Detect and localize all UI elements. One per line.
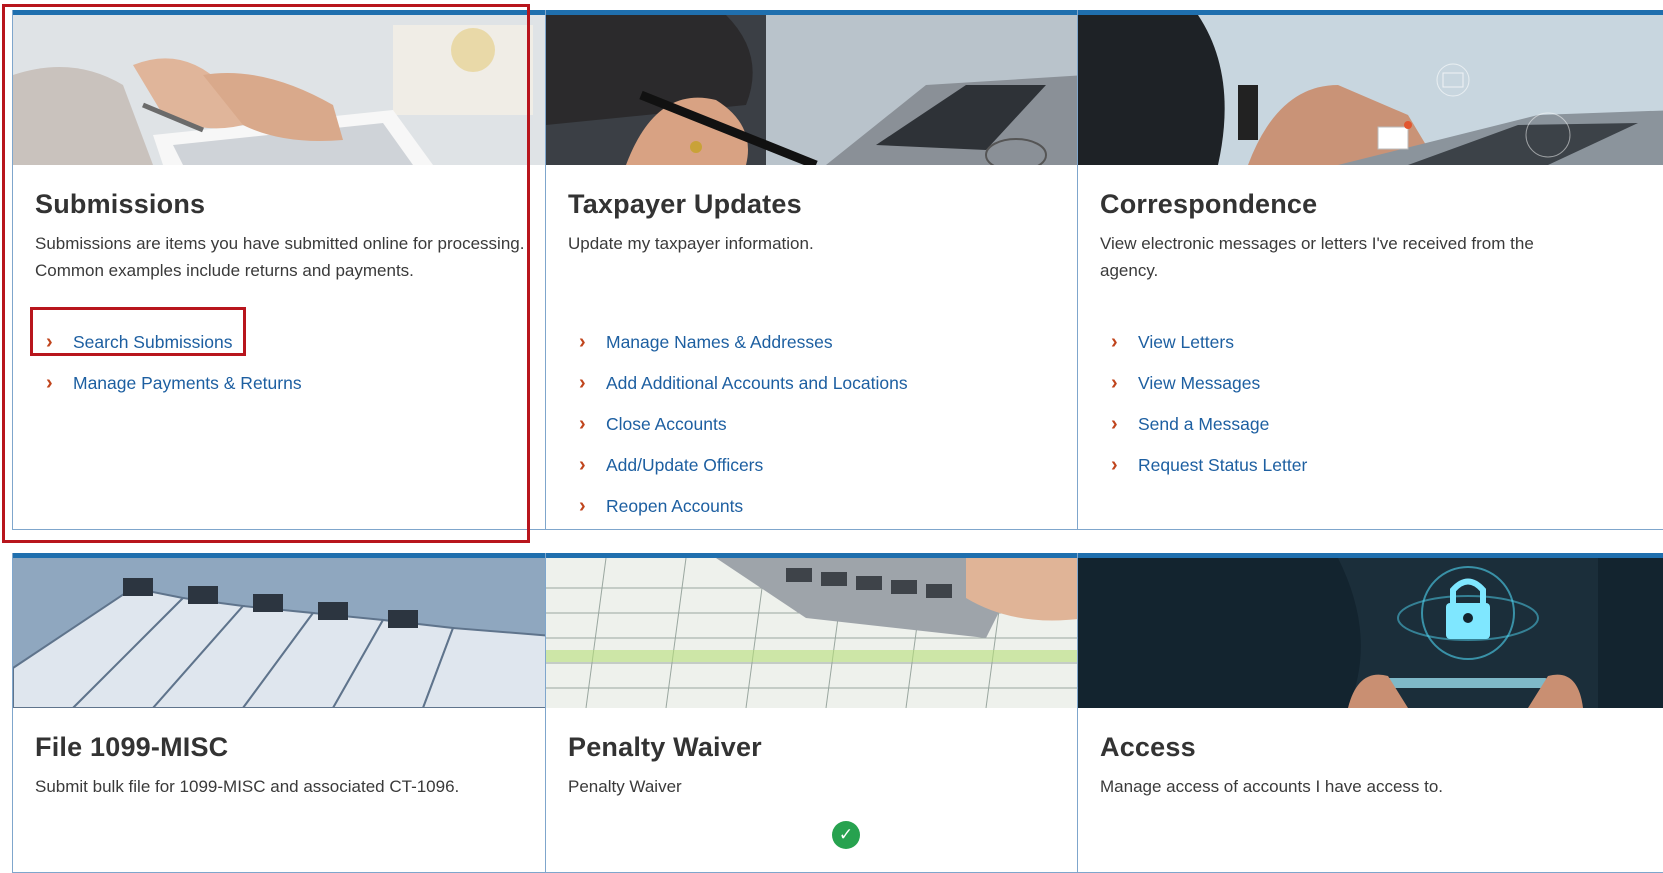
chevron-right-icon: › <box>579 454 586 476</box>
link-reopen-accounts[interactable]: › Reopen Accounts <box>568 486 908 527</box>
link-label[interactable]: Add Additional Accounts and Locations <box>606 373 908 394</box>
card-title: Correspondence <box>1100 189 1318 219</box>
card-link-list: › Manage Names & Addresses › Add Additio… <box>568 322 908 527</box>
link-label[interactable]: View Letters <box>1138 332 1234 353</box>
link-request-status-letter[interactable]: › Request Status Letter <box>1100 445 1307 486</box>
link-manage-names-addresses[interactable]: › Manage Names & Addresses <box>568 322 908 363</box>
chevron-right-icon: › <box>579 372 586 394</box>
link-label[interactable]: Reopen Accounts <box>606 496 743 517</box>
card-image-binders <box>13 558 551 708</box>
link-label[interactable]: Manage Names & Addresses <box>606 332 833 353</box>
chevron-right-icon: › <box>579 331 586 353</box>
card-description: Penalty Waiver <box>568 777 682 796</box>
card-link-list: › View Letters › View Messages › Send a … <box>1100 322 1307 486</box>
chevron-right-icon: › <box>1111 413 1118 435</box>
highlight-box-submissions-card <box>2 4 530 543</box>
link-close-accounts[interactable]: › Close Accounts <box>568 404 908 445</box>
link-add-update-officers[interactable]: › Add/Update Officers <box>568 445 908 486</box>
card-penalty-waiver: Penalty Waiver Penalty Waiver <box>545 553 1085 873</box>
link-view-letters[interactable]: › View Letters <box>1100 322 1307 363</box>
card-image-typing-email <box>1078 15 1663 165</box>
link-label[interactable]: Send a Message <box>1138 414 1269 435</box>
card-description: Manage access of accounts I have access … <box>1100 777 1444 796</box>
chevron-right-icon: › <box>579 413 586 435</box>
link-view-messages[interactable]: › View Messages <box>1100 363 1307 404</box>
chevron-right-icon: › <box>579 495 586 517</box>
link-label[interactable]: Close Accounts <box>606 414 727 435</box>
card-taxpayer-updates: Taxpayer Updates Update my taxpayer info… <box>545 10 1085 530</box>
card-access: Access Manage access of accounts I have … <box>1077 553 1663 873</box>
link-label[interactable]: Request Status Letter <box>1138 455 1307 476</box>
card-image-calculator-spreadsheet <box>546 558 1084 708</box>
chevron-right-icon: › <box>1111 454 1118 476</box>
card-title: Access <box>1100 732 1196 762</box>
check-circle-icon: ✓ <box>832 821 860 849</box>
card-description: View electronic messages or letters I've… <box>1100 234 1534 280</box>
link-add-additional-accounts[interactable]: › Add Additional Accounts and Locations <box>568 363 908 404</box>
card-file-1099-misc: File 1099-MISC Submit bulk file for 1099… <box>12 553 552 873</box>
link-label[interactable]: Add/Update Officers <box>606 455 763 476</box>
link-send-a-message[interactable]: › Send a Message <box>1100 404 1307 445</box>
card-title: File 1099-MISC <box>35 732 229 762</box>
card-title: Penalty Waiver <box>568 732 762 762</box>
card-image-security-lock <box>1078 558 1663 708</box>
card-description: Update my taxpayer information. <box>568 234 814 253</box>
card-title: Taxpayer Updates <box>568 189 802 219</box>
card-image-laptop-pen <box>546 15 1084 165</box>
chevron-right-icon: › <box>1111 331 1118 353</box>
card-description: Submit bulk file for 1099-MISC and assoc… <box>35 777 460 796</box>
card-correspondence: Correspondence View electronic messages … <box>1077 10 1663 530</box>
highlight-box-search-submissions <box>30 307 246 356</box>
link-label[interactable]: View Messages <box>1138 373 1260 394</box>
chevron-right-icon: › <box>1111 372 1118 394</box>
